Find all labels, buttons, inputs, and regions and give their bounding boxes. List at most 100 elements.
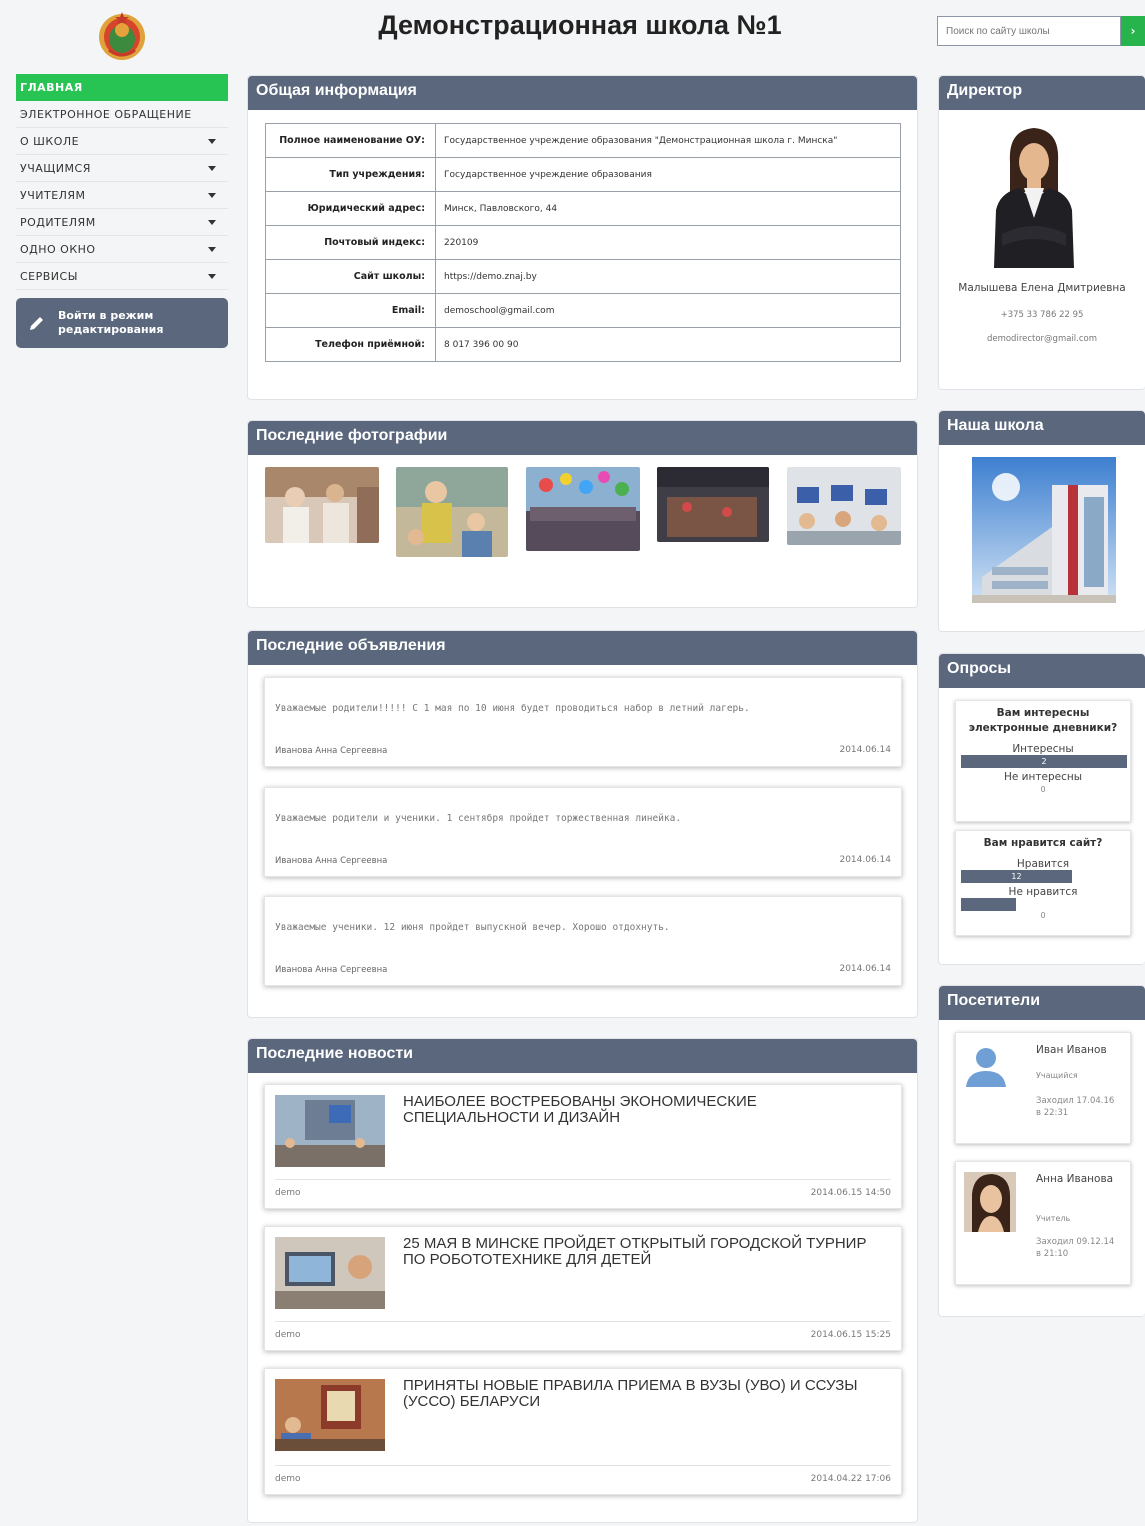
director-email[interactable]: demodirector@gmail.com	[939, 334, 1145, 344]
photos-panel: Последние фотографии	[247, 420, 918, 608]
nav-item-home[interactable]: ГЛАВНАЯ	[16, 74, 228, 101]
news-author: demo	[275, 1330, 301, 1340]
search-arrow-icon: ›	[1130, 24, 1136, 38]
poll-option-label[interactable]: Не нравится	[956, 886, 1130, 898]
visitor-card[interactable]: Анна Иванова Учитель Заходил 09.12.14 в …	[955, 1161, 1131, 1285]
poll-question: Вам интересны электронные дневники?	[968, 707, 1118, 734]
default-user-avatar-icon	[964, 1043, 1008, 1087]
news-thumbnail[interactable]	[275, 1379, 385, 1451]
visitors-panel: Посетители Иван Иванов Учащийся Заходил …	[938, 985, 1145, 1317]
our-school-panel: Наша школа	[938, 410, 1145, 632]
news-date: 2014.06.15 14:50	[810, 1188, 891, 1198]
nav-item-parents[interactable]: РОДИТЕЛЯМ	[16, 209, 228, 236]
chevron-down-icon	[208, 273, 216, 279]
chevron-down-icon	[208, 192, 216, 198]
table-row: Юридический адрес: Минск, Павловского, 44	[265, 191, 901, 226]
announcement-card[interactable]: Уважаемые ученики. 12 июня пройдет выпус…	[264, 896, 902, 986]
news-author: demo	[275, 1474, 301, 1484]
nav-item-services[interactable]: СЕРВИСЫ	[16, 263, 228, 290]
search-button[interactable]: ›	[1121, 16, 1145, 46]
news-title[interactable]: 25 мая в Минске пройдет открытый городск…	[403, 1236, 883, 1268]
panel-title: Опросы	[939, 654, 1145, 688]
panel-title: Последние фотографии	[248, 421, 917, 455]
site-title: Демонстрационная школа №1	[378, 10, 782, 40]
general-info-table: Полное наименование ОУ: Государственное у…	[265, 123, 901, 362]
news-panel: Последние новости Наиболее востребованы …	[247, 1038, 918, 1523]
announcement-text: Уважаемые родители!!!!! С 1 мая по 10 ию…	[275, 703, 750, 714]
panel-title: Общая информация	[248, 76, 917, 110]
nav-item-one-window[interactable]: ОДНО ОКНО	[16, 236, 228, 263]
table-row: Почтовый индекс: 220109	[265, 225, 901, 260]
announcement-author: Иванова Анна Сергеевна	[275, 746, 388, 756]
school-building-photo	[972, 457, 1116, 603]
poll-card: Вам интересны электронные дневники? Инте…	[955, 700, 1131, 822]
poll-result-count: 0	[1040, 911, 1046, 920]
news-card[interactable]: Наиболее востребованы экономические спец…	[264, 1084, 902, 1209]
news-title[interactable]: Приняты новые правила приема в вузы (УВО…	[403, 1378, 883, 1410]
state-emblem-logo	[99, 12, 145, 60]
photo-thumbnail[interactable]	[787, 467, 901, 545]
table-row: Телефон приёмной: 8 017 396 00 90	[265, 327, 901, 362]
director-phone: +375 33 786 22 95	[1000, 310, 1084, 320]
nav-item-teachers[interactable]: УЧИТЕЛЯМ	[16, 182, 228, 209]
news-card[interactable]: Приняты новые правила приема в вузы (УВО…	[264, 1368, 902, 1495]
nav-item-e-appeal[interactable]: ЭЛЕКТРОННОЕ ОБРАЩЕНИЕ	[16, 101, 228, 128]
chevron-down-icon	[208, 219, 216, 225]
search-input[interactable]	[937, 16, 1121, 46]
director-panel: Директор Малышева Елена Дмитриевна +375 …	[938, 75, 1145, 390]
visitor-name: Иван Иванов	[1036, 1044, 1107, 1056]
chevron-down-icon	[208, 165, 216, 171]
panel-title: Посетители	[939, 986, 1145, 1020]
poll-result-bar: 2	[961, 755, 1127, 768]
visitor-last-seen: Заходил 09.12.14 в 21:10	[1036, 1237, 1115, 1259]
visitor-name: Анна Иванова	[1036, 1173, 1114, 1185]
visitor-last-seen: Заходил 17.04.16 в 22:31	[1036, 1096, 1115, 1118]
announcement-date: 2014.06.14	[839, 855, 891, 865]
visitor-role: Учитель	[1036, 1214, 1071, 1223]
photo-thumbnail[interactable]	[526, 467, 640, 551]
visitor-card[interactable]: Иван Иванов Учащийся Заходил 17.04.16 в …	[955, 1032, 1131, 1144]
announcement-text: Уважаемые родители и ученики. 1 сентября…	[275, 813, 682, 824]
table-row: Email: demoschool@gmail.com	[265, 293, 901, 328]
poll-result-count: 0	[1040, 785, 1046, 794]
divider	[275, 1465, 891, 1466]
photo-thumbnail[interactable]	[265, 467, 379, 543]
chevron-down-icon	[208, 138, 216, 144]
news-date: 2014.06.15 15:25	[810, 1330, 891, 1340]
edit-mode-button[interactable]: Войти в режим редактирования	[16, 298, 228, 348]
polls-panel: Опросы Вам интересны электронные дневник…	[938, 653, 1145, 965]
visitor-role: Учащийся	[1036, 1071, 1078, 1080]
announcement-card[interactable]: Уважаемые родители и ученики. 1 сентября…	[264, 787, 902, 877]
news-thumbnail[interactable]	[275, 1237, 385, 1309]
announcement-card[interactable]: Уважаемые родители!!!!! С 1 мая по 10 ию…	[264, 677, 902, 767]
announcement-date: 2014.06.14	[839, 745, 891, 755]
panel-title: Последние объявления	[248, 631, 917, 665]
main-navigation: ГЛАВНАЯ ЭЛЕКТРОННОЕ ОБРАЩЕНИЕ О ШКОЛЕ УЧ…	[16, 74, 228, 348]
news-title[interactable]: Наиболее востребованы экономические спец…	[403, 1094, 883, 1126]
news-card[interactable]: 25 мая в Минске пройдет открытый городск…	[264, 1226, 902, 1351]
nav-item-about[interactable]: О ШКОЛЕ	[16, 128, 228, 155]
pencil-icon	[30, 317, 43, 330]
poll-option-label[interactable]: Не интересны	[956, 771, 1130, 783]
chevron-down-icon	[208, 246, 216, 252]
nav-item-students[interactable]: УЧАЩИМСЯ	[16, 155, 228, 182]
news-date: 2014.04.22 17:06	[810, 1474, 891, 1484]
announcement-author: Иванова Анна Сергеевна	[275, 856, 388, 866]
poll-option-label[interactable]: Интересны	[956, 743, 1130, 755]
photo-thumbnail[interactable]	[657, 467, 769, 542]
poll-option-label[interactable]: Нравится	[956, 858, 1130, 870]
announcement-text: Уважаемые ученики. 12 июня пройдет выпус…	[275, 922, 670, 933]
announcement-author: Иванова Анна Сергеевна	[275, 965, 388, 975]
announcements-panel: Последние объявления Уважаемые родители!…	[247, 630, 918, 1018]
photo-thumbnail[interactable]	[396, 467, 508, 557]
poll-question: Вам нравится сайт?	[983, 837, 1103, 849]
announcement-date: 2014.06.14	[839, 964, 891, 974]
news-thumbnail[interactable]	[275, 1095, 385, 1167]
divider	[275, 1321, 891, 1322]
panel-title: Директор	[939, 76, 1145, 110]
table-row: Тип учреждения: Государственное учреждени…	[265, 157, 901, 192]
divider	[275, 1179, 891, 1180]
table-row: Полное наименование ОУ: Государственное у…	[265, 123, 901, 158]
news-author: demo	[275, 1188, 301, 1198]
site-search: ›	[937, 16, 1145, 46]
